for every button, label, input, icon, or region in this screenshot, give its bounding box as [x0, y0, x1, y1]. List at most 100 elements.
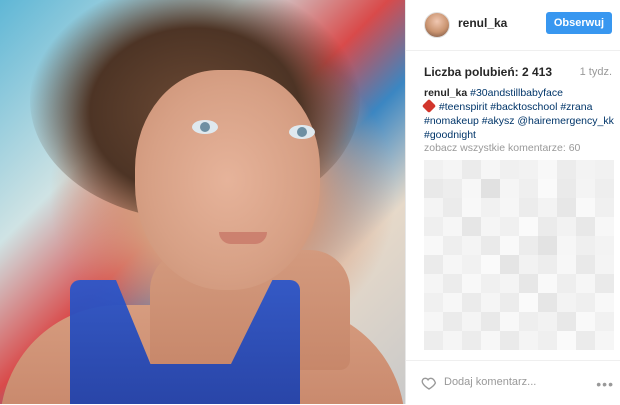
- caption-tags-line3[interactable]: #nomakeup #akysz @hairemergency_kk: [424, 115, 614, 127]
- blur-pixel: [443, 217, 462, 236]
- mouth: [219, 232, 267, 244]
- blur-pixel: [424, 274, 443, 293]
- blur-pixel: [538, 179, 557, 198]
- blur-pixel: [519, 217, 538, 236]
- blur-pixel: [424, 312, 443, 331]
- blur-pixel: [538, 331, 557, 350]
- right-eye: [289, 125, 315, 139]
- blur-pixel: [481, 274, 500, 293]
- blur-pixel: [576, 217, 595, 236]
- post-time[interactable]: 1 tydz.: [580, 66, 612, 78]
- blur-pixel: [595, 236, 614, 255]
- blur-pixel: [538, 312, 557, 331]
- blur-pixel: [538, 160, 557, 179]
- blur-pixel: [538, 293, 557, 312]
- blur-pixel: [519, 198, 538, 217]
- blur-pixel: [576, 312, 595, 331]
- post-caption: renul_ka #30andstillbabyface #teenspirit…: [421, 86, 614, 142]
- post-actions: Dodaj komentarz... •••: [406, 360, 620, 405]
- avatar[interactable]: [424, 12, 450, 38]
- blur-pixel: [500, 217, 519, 236]
- blur-pixel: [557, 179, 576, 198]
- blur-pixel: [500, 293, 519, 312]
- left-eye: [192, 120, 218, 134]
- blur-pixel: [576, 331, 595, 350]
- blur-pixel: [500, 331, 519, 350]
- more-options-icon[interactable]: •••: [596, 376, 614, 392]
- blur-pixel: [595, 293, 614, 312]
- blur-pixel: [557, 217, 576, 236]
- blur-pixel: [557, 198, 576, 217]
- blur-pixel: [462, 331, 481, 350]
- username[interactable]: renul_ka: [458, 16, 507, 30]
- view-all-comments-link[interactable]: zobacz wszystkie komentarze: 60: [424, 142, 580, 154]
- blur-pixel: [557, 293, 576, 312]
- comments-blurred-area: [424, 160, 614, 350]
- blur-pixel: [595, 198, 614, 217]
- blur-pixel: [424, 217, 443, 236]
- blur-pixel: [576, 255, 595, 274]
- blur-pixel: [462, 274, 481, 293]
- blur-pixel: [443, 331, 462, 350]
- blur-pixel: [481, 160, 500, 179]
- blur-pixel: [576, 293, 595, 312]
- blur-pixel: [481, 331, 500, 350]
- blur-pixel: [538, 217, 557, 236]
- blur-pixel: [481, 255, 500, 274]
- blur-pixel: [481, 236, 500, 255]
- blur-pixel: [500, 198, 519, 217]
- blur-pixel: [538, 274, 557, 293]
- caption-tags-line1[interactable]: #30andstillbabyface: [470, 87, 563, 99]
- blur-pixel: [443, 312, 462, 331]
- follow-button[interactable]: Obserwuj: [545, 12, 612, 34]
- blur-pixel: [481, 217, 500, 236]
- likes-count[interactable]: Liczba polubień: 2 413: [424, 65, 552, 79]
- blur-pixel: [424, 236, 443, 255]
- blur-pixel: [500, 160, 519, 179]
- blur-pixel: [462, 217, 481, 236]
- blur-pixel: [519, 293, 538, 312]
- blur-pixel: [462, 293, 481, 312]
- blur-pixel: [576, 274, 595, 293]
- blur-pixel: [538, 198, 557, 217]
- blur-pixel: [462, 160, 481, 179]
- blur-pixel: [576, 198, 595, 217]
- blur-pixel: [519, 274, 538, 293]
- blur-pixel: [424, 293, 443, 312]
- blur-pixel: [595, 217, 614, 236]
- blur-pixel: [576, 179, 595, 198]
- blur-pixel: [462, 312, 481, 331]
- blur-pixel: [538, 236, 557, 255]
- blur-pixel: [443, 236, 462, 255]
- blur-pixel: [462, 255, 481, 274]
- blur-pixel: [481, 293, 500, 312]
- post-sidebar: renul_ka Obserwuj Liczba polubień: 2 413…: [405, 0, 620, 404]
- blur-pixel: [557, 255, 576, 274]
- blur-pixel: [481, 198, 500, 217]
- add-comment-input[interactable]: Dodaj komentarz...: [444, 376, 536, 388]
- blur-pixel: [462, 236, 481, 255]
- blur-pixel: [576, 236, 595, 255]
- blur-pixel: [443, 179, 462, 198]
- caption-tags-line4[interactable]: #goodnight: [424, 129, 476, 141]
- blur-pixel: [557, 236, 576, 255]
- post-header: renul_ka Obserwuj: [406, 0, 620, 51]
- blur-pixel: [557, 160, 576, 179]
- caption-tags-line2[interactable]: #teenspirit #backtoschool #zrana: [439, 101, 593, 113]
- blur-pixel: [500, 312, 519, 331]
- blur-pixel: [557, 312, 576, 331]
- blur-pixel: [462, 198, 481, 217]
- face: [135, 70, 320, 290]
- blur-pixel: [519, 179, 538, 198]
- blur-pixel: [538, 255, 557, 274]
- blur-pixel: [443, 198, 462, 217]
- blur-pixel: [500, 274, 519, 293]
- heart-icon[interactable]: [421, 375, 437, 391]
- blur-pixel: [443, 274, 462, 293]
- blur-pixel: [424, 255, 443, 274]
- blur-pixel: [595, 160, 614, 179]
- blur-pixel: [424, 179, 443, 198]
- caption-username[interactable]: renul_ka: [424, 87, 467, 99]
- blur-pixel: [557, 331, 576, 350]
- blur-pixel: [500, 179, 519, 198]
